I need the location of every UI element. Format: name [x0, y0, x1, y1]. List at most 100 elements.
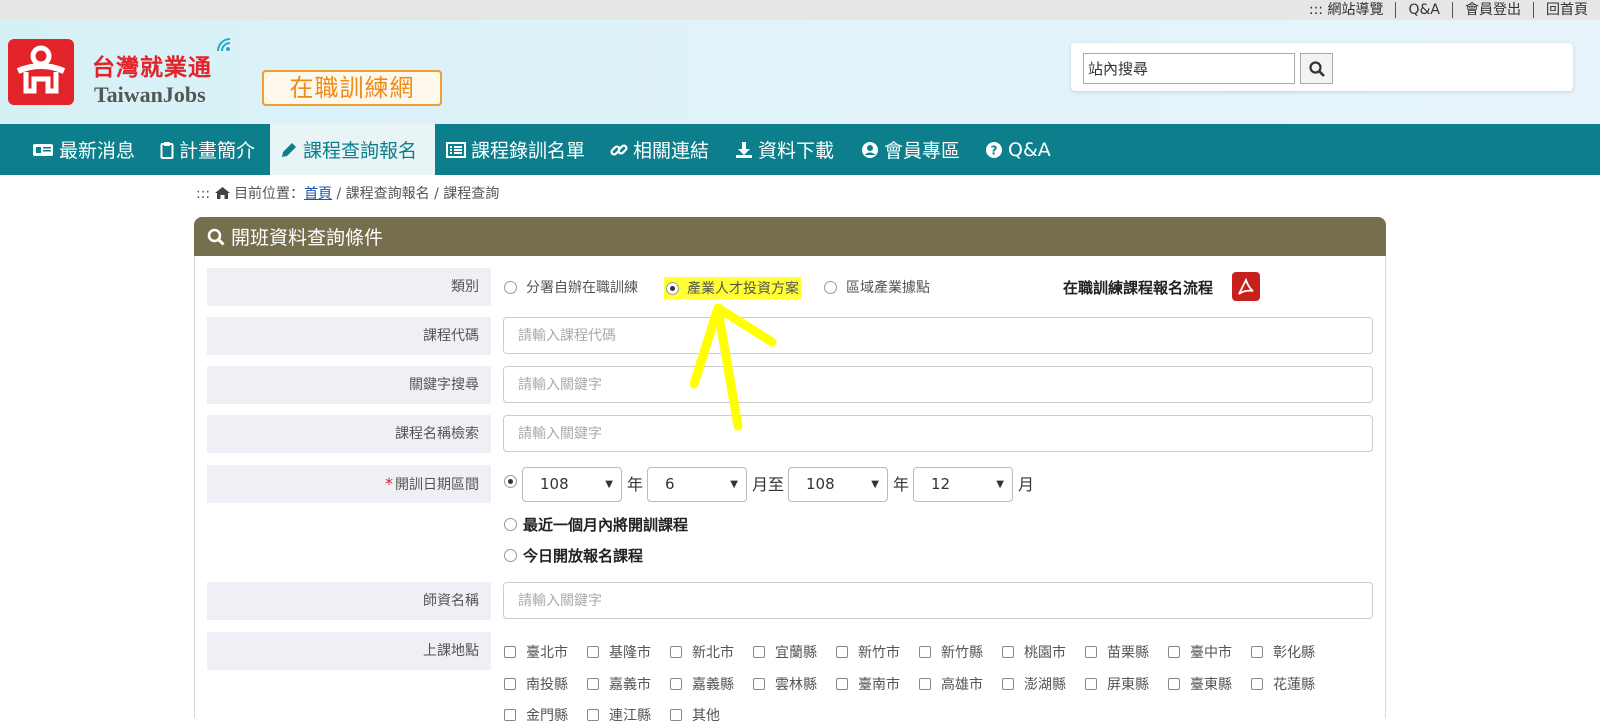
location-checkbox[interactable]: 連江縣 [587, 705, 651, 725]
checkbox[interactable] [587, 646, 599, 658]
opt-recent-month[interactable]: 最近一個月內將開訓課程 [504, 514, 688, 535]
search-button[interactable] [1300, 53, 1333, 84]
checkbox[interactable] [587, 709, 599, 721]
course-code-label: 課程代碼 [207, 317, 491, 355]
location-checkbox[interactable]: 南投縣 [504, 674, 568, 694]
location-checkbox[interactable]: 彰化縣 [1251, 642, 1315, 662]
keyword-input[interactable] [503, 366, 1373, 403]
radio-button[interactable] [824, 280, 837, 294]
nav-item-news[interactable]: 最新消息 [32, 124, 135, 175]
site-badge[interactable]: 在職訓練網 [262, 70, 442, 106]
checkbox[interactable] [919, 646, 931, 658]
nav-item-member[interactable]: 會員專區 [861, 124, 960, 175]
location-checkbox[interactable]: 雲林縣 [753, 674, 817, 694]
to-year-select[interactable]: 108 ▼ [788, 467, 888, 502]
course-code-input[interactable] [503, 317, 1373, 354]
location-checkbox[interactable]: 其他 [670, 705, 720, 725]
checkbox[interactable] [1002, 646, 1014, 658]
nav-label: 資料下載 [758, 140, 835, 162]
nav-label: 會員專區 [884, 140, 961, 162]
logo-title[interactable]: 台灣就業通 [92, 48, 212, 82]
nav-item-course-search[interactable]: 課程查詢報名 [270, 124, 435, 175]
checkbox[interactable] [1085, 646, 1097, 658]
location-checkbox[interactable]: 高雄市 [919, 674, 983, 694]
logout-link[interactable]: 會員登出 [1452, 2, 1533, 18]
home-link[interactable]: 回首頁 [1533, 2, 1600, 18]
from-month-select[interactable]: 6 ▼ [647, 467, 747, 502]
checkbox[interactable] [670, 709, 682, 721]
search-input[interactable] [1083, 53, 1295, 84]
year-unit: 年 [627, 475, 644, 494]
date-range-radio[interactable] [504, 475, 517, 488]
radio-button[interactable] [504, 549, 517, 562]
checkbox[interactable] [1002, 678, 1014, 690]
radio-button[interactable] [504, 518, 517, 531]
checkbox[interactable] [1251, 678, 1263, 690]
logo-subtitle[interactable]: TaiwanJobs [94, 82, 206, 108]
checkbox[interactable] [504, 678, 516, 690]
location-checkbox[interactable]: 桃園市 [1002, 642, 1066, 662]
opt-today-open[interactable]: 今日開放報名課程 [504, 545, 643, 566]
checkbox-label: 新竹縣 [941, 645, 983, 661]
location-checkbox[interactable]: 臺中市 [1168, 642, 1232, 662]
query-panel-header: 開班資料查詢條件 [194, 217, 1386, 256]
teacher-input[interactable] [503, 582, 1373, 619]
category-option-regional[interactable]: 區域產業據點 [824, 277, 930, 297]
checkbox[interactable] [1168, 646, 1180, 658]
checkbox[interactable] [670, 646, 682, 658]
nav-item-admission-list[interactable]: 課程錄訓名單 [446, 124, 585, 175]
from-year-select[interactable]: 108 ▼ [522, 467, 622, 502]
nav-item-links[interactable]: 相關連結 [610, 124, 709, 175]
location-checkbox[interactable]: 基隆市 [587, 642, 651, 662]
location-checkbox[interactable]: 嘉義市 [587, 674, 651, 694]
checkbox[interactable] [1168, 678, 1180, 690]
checkbox-label: 花蓮縣 [1273, 677, 1315, 693]
location-checkbox[interactable]: 新北市 [670, 642, 734, 662]
course-name-input[interactable] [503, 415, 1373, 452]
taiwanjobs-logo-icon[interactable] [8, 39, 74, 105]
category-option-self-run[interactable]: 分署自辦在職訓練 [504, 277, 638, 297]
checkbox[interactable] [1085, 678, 1097, 690]
location-checkbox[interactable]: 苗栗縣 [1085, 642, 1149, 662]
location-checkbox[interactable]: 新竹縣 [919, 642, 983, 662]
checkbox[interactable] [587, 678, 599, 690]
checkbox[interactable] [836, 678, 848, 690]
checkbox[interactable] [670, 678, 682, 690]
checkbox[interactable] [1251, 646, 1263, 658]
location-checkbox[interactable]: 宜蘭縣 [753, 642, 817, 662]
location-checkbox[interactable]: 澎湖縣 [1002, 674, 1066, 694]
breadcrumb-rest: / 課程查詢報名 / 課程查詢 [332, 186, 500, 202]
signal-icon [217, 38, 231, 52]
location-checkbox[interactable]: 金門縣 [504, 705, 568, 725]
qa-link[interactable]: Q&A [1395, 2, 1452, 18]
list-icon [446, 141, 466, 158]
checkbox[interactable] [504, 646, 516, 658]
nav-label: 課程錄訓名單 [471, 140, 586, 162]
radio-button-selected[interactable] [666, 281, 679, 295]
registration-flow-link[interactable]: 在職訓練課程報名流程 [1063, 277, 1213, 298]
location-checkbox[interactable]: 嘉義縣 [670, 674, 734, 694]
breadcrumb-home-link[interactable]: 首頁 [304, 186, 332, 202]
location-checkbox[interactable]: 臺東縣 [1168, 674, 1232, 694]
location-checkbox[interactable]: 臺南市 [836, 674, 900, 694]
location-checkbox[interactable]: 臺北市 [504, 642, 568, 662]
nav-item-plan[interactable]: 計畫簡介 [160, 124, 255, 175]
annotation-arrow-icon [690, 303, 777, 431]
nav-item-qa[interactable]: ? Q&A [985, 124, 1051, 175]
to-month-select[interactable]: 12 ▼ [913, 467, 1013, 502]
panel-title: 開班資料查詢條件 [231, 227, 384, 249]
location-checkbox[interactable]: 新竹市 [836, 642, 900, 662]
checkbox[interactable] [753, 678, 765, 690]
checkbox[interactable] [919, 678, 931, 690]
checkbox[interactable] [504, 709, 516, 721]
location-checkbox[interactable]: 屏東縣 [1085, 674, 1149, 694]
search-icon [207, 228, 225, 246]
pdf-icon[interactable] [1232, 272, 1260, 301]
checkbox[interactable] [836, 646, 848, 658]
radio-button[interactable] [504, 280, 517, 294]
nav-item-download[interactable]: 資料下載 [735, 124, 834, 175]
location-checkbox[interactable]: 花蓮縣 [1251, 674, 1315, 694]
option-label: 產業人才投資方案 [687, 281, 799, 297]
checkbox[interactable] [753, 646, 765, 658]
sitemap-link[interactable]: ::: 網站導覽 [1297, 2, 1396, 18]
